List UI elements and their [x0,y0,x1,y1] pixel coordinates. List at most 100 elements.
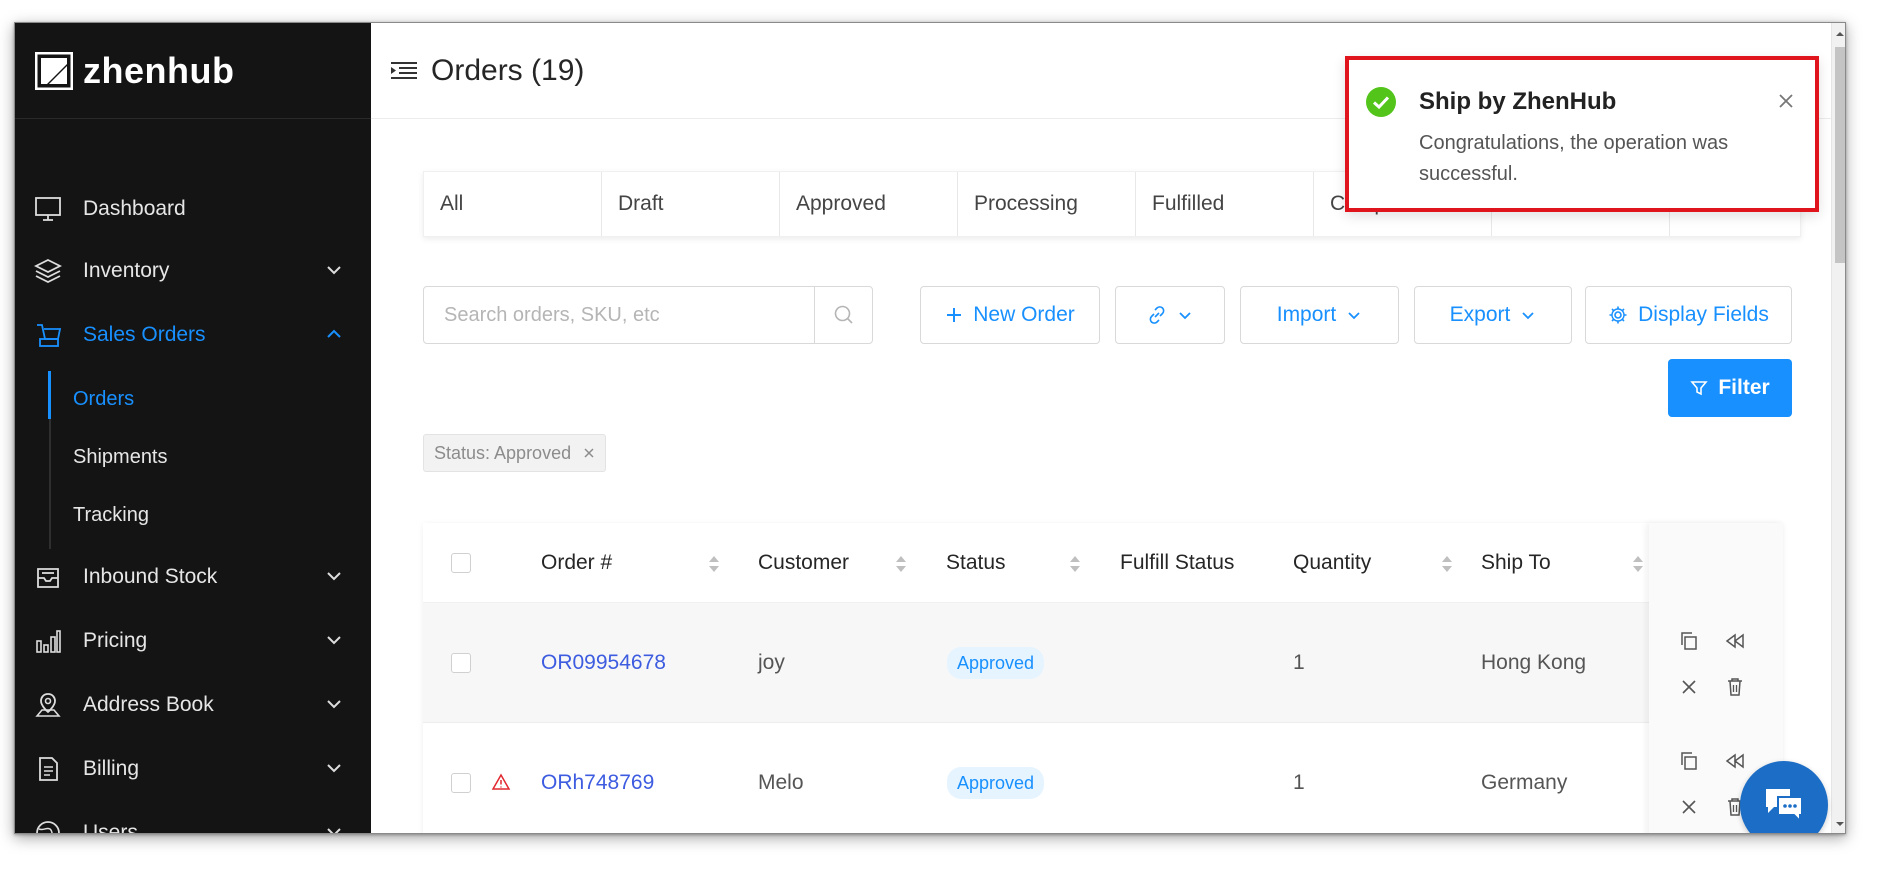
sidebar-item-label: Inbound Stock [83,565,218,588]
copy-icon [1681,632,1697,650]
sidebar-subitem-shipments[interactable]: Shipments [73,437,168,477]
vertical-scrollbar[interactable] [1831,23,1845,833]
search-input[interactable] [424,287,814,343]
quantity-cell: 1 [1293,771,1305,794]
check-circle-icon [1366,87,1396,117]
sidebar-item-label: Dashboard [83,197,186,220]
select-all-checkbox[interactable] [451,553,471,573]
monitor-icon [33,194,63,224]
tab-processing[interactable]: Processing [958,172,1136,236]
submenu-active-indicator [48,371,51,419]
close-icon [1682,800,1696,814]
export-label: Export [1449,303,1511,326]
column-header-customer[interactable]: Customer [758,523,849,603]
sort-icon[interactable] [1440,553,1454,575]
sort-icon[interactable] [1631,553,1645,575]
import-button[interactable]: Import [1240,286,1399,344]
chevron-down-icon [327,828,341,833]
scroll-down-arrow-icon[interactable] [1835,819,1845,829]
chevron-down-icon [327,572,341,581]
row-checkbox[interactable] [451,773,471,793]
page-title: Orders (19) [431,53,585,87]
scroll-up-arrow-icon[interactable] [1835,29,1845,39]
sidebar-item-dashboard[interactable]: Dashboard [15,181,371,237]
notification-message: Congratulations, the operation was succe… [1419,132,1729,185]
cancel-order-button[interactable] [1671,789,1707,825]
chat-icon [1766,789,1803,824]
sidebar-subitem-tracking[interactable]: Tracking [73,495,149,535]
cancel-order-button[interactable] [1671,669,1707,705]
chevron-down-icon [327,266,341,275]
sidebar-item-label: Inventory [83,259,170,282]
display-fields-button[interactable]: Display Fields [1585,286,1792,344]
sidebar: zhenhub Dashboard Inventory Sales Orders… [15,23,371,833]
sidebar-subitem-orders[interactable]: Orders [73,379,134,419]
rewind-button[interactable] [1717,623,1753,659]
trash-icon [1728,678,1742,696]
column-header-fulfill-status: Fulfill Status [1120,551,1235,574]
notification-title: Ship by ZhenHub [1419,88,1617,115]
column-header-status[interactable]: Status [946,523,1006,603]
sort-icon[interactable] [894,553,908,575]
copy-icon [1681,752,1697,770]
export-button[interactable]: Export [1414,286,1572,344]
menu-fold-icon[interactable] [389,58,419,84]
quantity-cell: 1 [1293,651,1305,674]
import-label: Import [1276,303,1337,326]
copy-button[interactable] [1671,743,1707,779]
zhenhub-logo-icon [35,51,73,90]
sidebar-item-sales-orders[interactable]: Sales Orders [15,307,371,363]
inbox-icon [33,562,63,592]
search-box [423,286,873,344]
app-window: zhenhub Dashboard Inventory Sales Orders… [14,22,1846,834]
order-number-link[interactable]: ORh748769 [541,763,654,803]
row-checkbox[interactable] [451,653,471,673]
order-number-link[interactable]: OR09954678 [541,643,666,683]
sort-icon[interactable] [707,553,721,575]
brand-logo[interactable]: zhenhub [15,23,371,119]
tab-approved[interactable]: Approved [780,172,958,236]
link-dropdown-button[interactable] [1115,286,1225,344]
search-button[interactable] [814,287,872,343]
tab-fulfilled[interactable]: Fulfilled [1136,172,1314,236]
sidebar-item-users[interactable]: Users [15,805,371,833]
new-order-button[interactable]: New Order [920,286,1100,344]
plus-icon [947,308,962,322]
table-header: Order # Customer Status Fulfill Status Q… [423,523,1783,603]
status-badge: Approved [947,767,1045,799]
sidebar-item-inventory[interactable]: Inventory [15,243,371,299]
brand-name: zhenhub [83,49,235,91]
column-header-ship-to[interactable]: Ship To [1481,523,1551,603]
column-header-quantity[interactable]: Quantity [1293,523,1371,603]
filter-tag-label: Status: Approved [434,442,572,463]
rewind-icon [1725,753,1744,769]
copy-button[interactable] [1671,623,1707,659]
tab-all[interactable]: All [424,172,602,236]
delete-button[interactable] [1717,669,1753,705]
gear-icon [1609,306,1627,324]
chevron-down-icon [1348,312,1360,320]
link-icon [1149,306,1165,324]
cart-icon [33,320,63,350]
chevron-down-icon [327,764,341,773]
close-icon[interactable] [1777,92,1795,110]
active-filter-tag: Status: Approved [423,434,607,472]
orders-table: Order # Customer Status Fulfill Status Q… [423,523,1783,833]
sidebar-item-address-book[interactable]: Address Book [15,677,371,733]
tab-draft[interactable]: Draft [602,172,780,236]
close-icon [1682,680,1696,694]
filter-label: Filter [1718,376,1770,399]
sidebar-item-billing[interactable]: Billing [15,741,371,797]
table-row: OR09954678 joy Approved 1 Hong Kong [423,603,1783,723]
rewind-icon [1725,633,1744,649]
scrollbar-thumb[interactable] [1835,47,1845,263]
column-header-order[interactable]: Order # [541,523,612,603]
sidebar-item-inbound-stock[interactable]: Inbound Stock [15,549,371,605]
sort-icon[interactable] [1068,553,1082,575]
sidebar-item-pricing[interactable]: Pricing [15,613,371,669]
customer-cell: Melo [758,771,804,794]
filter-button[interactable]: Filter [1668,359,1792,417]
rewind-button[interactable] [1717,743,1753,779]
sidebar-item-label: Address Book [83,693,214,716]
close-icon[interactable] [583,447,595,459]
